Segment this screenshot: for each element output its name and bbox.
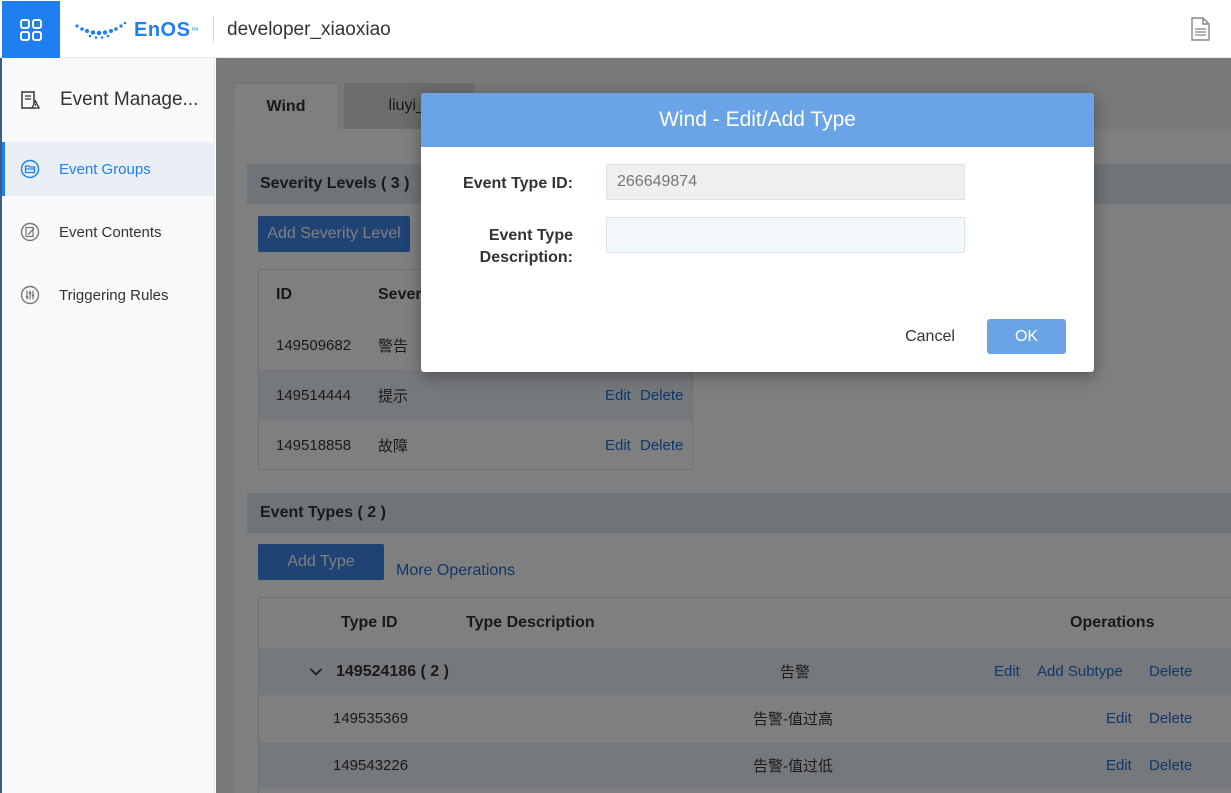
grid-icon (20, 18, 42, 41)
event-report-icon (21, 91, 40, 109)
app-switcher-button[interactable] (2, 1, 60, 58)
folder-icon (20, 159, 40, 179)
event-type-description-label-line2: Description: (479, 249, 573, 266)
event-type-description-field[interactable] (606, 217, 965, 253)
edit-doc-icon (20, 222, 40, 242)
logo-dots-icon (75, 21, 127, 39)
event-type-id-label: Event Type ID: (463, 175, 573, 192)
sidebar-item-label: Triggering Rules (59, 286, 169, 304)
edit-add-type-dialog: Wind - Edit/Add Type Event Type ID: Even… (421, 93, 1094, 372)
sidebar-title: Event Manage... (2, 58, 215, 142)
dialog-title: Wind - Edit/Add Type (421, 93, 1094, 147)
sidebar-item-label: Event Contents (59, 223, 162, 241)
logo-trademark: ™ (190, 25, 199, 35)
logo-text: EnOS (134, 18, 191, 41)
ok-button[interactable]: OK (987, 319, 1066, 354)
org-name[interactable]: developer_xiaoxiao (227, 19, 391, 41)
enos-logo[interactable]: EnOS ™ (74, 18, 198, 42)
sidebar-title-label: Event Manage... (60, 89, 199, 110)
sidebar-item-triggering-rules[interactable]: Triggering Rules (2, 268, 215, 322)
event-type-description-label-line1: Event Type (488, 227, 573, 244)
sidebar-item-event-contents[interactable]: Event Contents (2, 205, 215, 259)
event-type-id-field (606, 164, 965, 200)
sidebar: Event Manage... Event Groups Event Conte… (2, 58, 215, 793)
document-icon[interactable] (1189, 17, 1211, 46)
header-divider (213, 16, 214, 42)
sidebar-item-label: Event Groups (59, 160, 151, 178)
sidebar-item-event-groups[interactable]: Event Groups (2, 142, 215, 196)
top-header: EnOS ™ developer_xiaoxiao (0, 0, 1231, 58)
cancel-button[interactable]: Cancel (895, 319, 965, 355)
sliders-icon (20, 285, 40, 305)
